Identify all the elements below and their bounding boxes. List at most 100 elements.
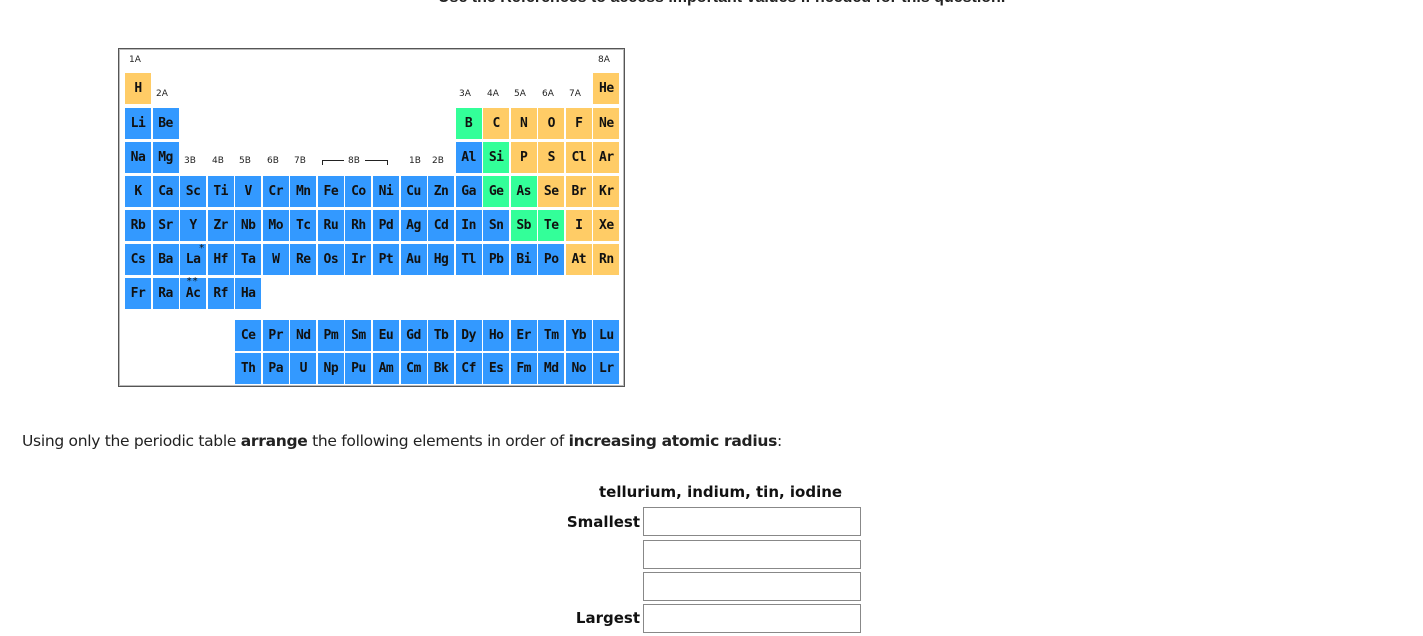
element-cell-cu: Cu [400,176,427,207]
element-symbol: Nd [295,328,311,343]
element-cell-ta: Ta [235,244,262,275]
element-cell-k: K [125,176,151,207]
element-symbol: Ti [213,184,228,199]
element-cell-gd: Gd [400,320,427,351]
element-cell-ne: Ne [593,108,620,139]
element-symbol: Zr [213,218,228,233]
element-cell-bi: Bi [510,244,537,275]
element-symbol: Fm [516,361,532,376]
element-cell-he: He [593,73,620,104]
element-cell-th: Th [235,353,262,384]
group-label-2b: 2B [432,156,444,166]
group-label-5a: 5A [514,89,526,99]
element-cell-ca: Ca [152,176,179,207]
element-symbol: Cl [571,150,587,165]
element-symbol: Pd [378,218,394,233]
element-symbol: Sm [351,328,366,343]
element-cell-cm: Cm [400,353,427,384]
element-cell-sr: Sr [152,210,179,241]
element-symbol: Rb [130,218,146,233]
element-cell-rn: Rn [593,244,620,275]
element-symbol: Fr [130,286,146,301]
element-cell-re: Re [290,244,317,275]
group-label-6a: 6A [542,89,554,99]
element-symbol: P [520,150,528,165]
element-symbol: K [134,184,142,199]
element-cell-sb: Sb [510,210,537,241]
element-cell-f: F [565,108,592,139]
answer-input-4[interactable] [643,604,861,633]
element-cell-y: Y [180,210,207,241]
element-cell-cd: Cd [428,210,455,241]
question-bold-arrange: arrange [240,432,308,450]
element-symbol: Rf [213,286,228,301]
element-cell-md: Md [538,353,565,384]
element-symbol: Na [130,150,146,165]
element-symbol: Cf [461,361,476,376]
group-label-4a: 4A [487,89,499,99]
group-label-3b: 3B [184,156,196,166]
element-symbol: He [599,81,614,96]
element-symbol: F [575,116,583,131]
element-cell-la: La * [180,244,207,275]
element-cell-as: As [510,176,537,207]
element-symbol: Ac [185,286,201,301]
element-symbol: I [575,218,583,233]
group-label-8b: 8B [348,156,360,166]
element-cell-te: Te [538,210,565,241]
element-symbol: Fe [323,184,339,199]
element-symbol: Pa [268,361,284,376]
element-symbol: Os [323,252,339,267]
element-cell-in: In [455,210,482,241]
element-symbol: Pr [268,328,284,343]
element-symbol: Dy [461,328,476,343]
element-cell-yb: Yb [565,320,592,351]
element-cell-ga: Ga [455,176,482,207]
element-symbol: Ir [351,252,366,267]
answer-input-1[interactable] [643,507,861,536]
element-cell-ge: Ge [483,176,510,207]
element-symbol: V [244,184,253,199]
question-text: Using only the periodic table arrange th… [22,432,782,450]
element-symbol: Yb [571,328,587,343]
group-label-1b: 1B [409,156,421,166]
element-symbol: C [492,116,500,131]
element-symbol: Bk [433,361,449,376]
element-symbol: Ru [323,218,339,233]
answer-input-3[interactable] [643,572,861,601]
element-symbol: Re [295,252,311,267]
element-cell-b: B [455,108,482,139]
element-cell-se: Se [538,176,565,207]
element-symbol: Cs [130,252,146,267]
element-cell-bk: Bk [428,353,455,384]
largest-label: Largest [575,609,640,627]
element-symbol: Ar [599,150,614,165]
element-cell-rf: Rf [207,278,234,309]
element-cell-pd: Pd [372,210,399,241]
element-symbol: Li [130,116,146,131]
element-cell-cr: Cr [262,176,289,207]
element-symbol: Gd [406,328,421,343]
element-symbol: Mn [295,184,311,199]
element-symbol: Mg [158,150,173,165]
question-part1: Using only the periodic table [22,432,241,450]
element-cell-pm: Pm [317,320,344,351]
element-symbol: Pu [351,361,366,376]
element-symbol: Cm [406,361,421,376]
element-symbol: Y [189,218,197,233]
element-symbol: B [464,116,473,131]
element-symbol: Zn [433,184,449,199]
element-cell-ir: Ir [345,244,372,275]
element-symbol: Cu [406,184,421,199]
element-symbol: Cd [433,218,449,233]
element-cell-es: Es [483,353,510,384]
element-cell-fe: Fe [317,176,344,207]
element-cell-lr: Lr [593,353,620,384]
element-symbol: Sb [516,218,532,233]
element-symbol: Br [571,184,587,199]
element-symbol: Po [543,252,559,267]
answer-input-2[interactable] [643,540,861,569]
group-label-8a: 8A [598,55,610,65]
group-label-4b: 4B [212,156,224,166]
element-symbol: Rn [599,252,614,267]
